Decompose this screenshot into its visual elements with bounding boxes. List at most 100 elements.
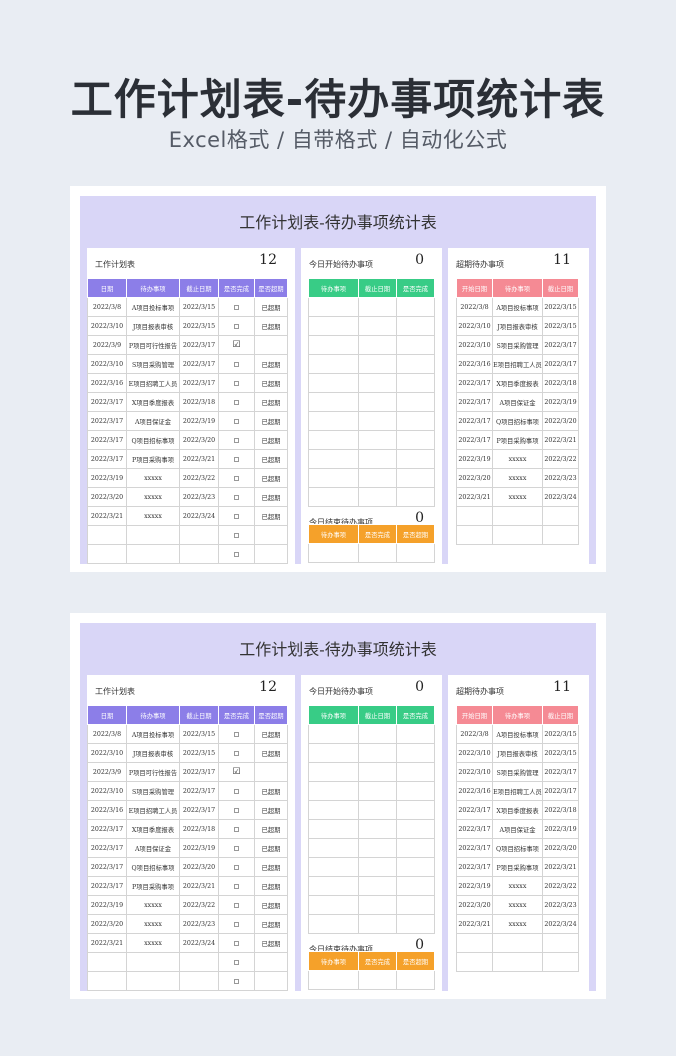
table-cell bbox=[396, 487, 435, 507]
table-cell bbox=[254, 544, 288, 564]
table-row bbox=[456, 952, 579, 972]
work-plan-count: 12 bbox=[259, 252, 277, 268]
table-cell bbox=[456, 506, 493, 526]
done-checkbox[interactable] bbox=[218, 781, 255, 801]
done-checkbox[interactable] bbox=[218, 800, 255, 820]
table-cell bbox=[396, 373, 435, 393]
table-cell bbox=[396, 800, 435, 820]
done-checkbox[interactable] bbox=[218, 724, 255, 744]
column-header: 截止日期 bbox=[542, 278, 579, 298]
table-cell: P项目采购事项 bbox=[126, 876, 180, 896]
table-cell bbox=[358, 819, 397, 839]
table-cell: 2022/3/17 bbox=[456, 819, 493, 839]
table-cell: X项目季度报表 bbox=[492, 800, 543, 820]
done-checkbox[interactable] bbox=[218, 743, 255, 763]
table-cell: 2022/3/23 bbox=[542, 468, 579, 488]
table-cell: 2022/3/17 bbox=[87, 876, 127, 896]
done-checkbox[interactable] bbox=[218, 876, 255, 896]
done-checkbox[interactable] bbox=[218, 819, 255, 839]
table-cell: 已超期 bbox=[254, 819, 288, 839]
table-cell: E项目招聘工人员 bbox=[126, 800, 180, 820]
table-cell: 2022/3/17 bbox=[87, 411, 127, 431]
done-checkbox[interactable] bbox=[218, 449, 255, 469]
done-checkbox[interactable] bbox=[218, 487, 255, 507]
table-cell bbox=[396, 430, 435, 450]
table-cell bbox=[308, 857, 359, 877]
table-cell: 2022/3/17 bbox=[542, 781, 579, 801]
done-checkbox[interactable] bbox=[218, 952, 255, 972]
table-cell: 2022/3/20 bbox=[87, 487, 127, 507]
done-checkbox[interactable] bbox=[218, 971, 255, 991]
table-cell bbox=[308, 354, 359, 374]
done-checkbox[interactable] bbox=[218, 354, 255, 374]
overdue-body: 2022/3/8 A项目投标事项 2022/3/15 2022/3/10 J项目报表审核… bbox=[456, 724, 579, 972]
column-header: 日期 bbox=[87, 705, 127, 725]
done-checkbox[interactable] bbox=[218, 392, 255, 412]
table-cell: 2022/3/19 bbox=[542, 392, 579, 412]
done-checkbox[interactable] bbox=[218, 857, 255, 877]
table-cell: 2022/3/21 bbox=[87, 506, 127, 526]
table-cell: A项目保证金 bbox=[492, 819, 543, 839]
done-checkbox[interactable] bbox=[218, 468, 255, 488]
table-row: 2022/3/16 E项目招聘工人员 2022/3/17 已超期 bbox=[87, 373, 288, 393]
today-start-body bbox=[308, 724, 435, 934]
empty-box-icon bbox=[234, 883, 239, 889]
table-cell bbox=[126, 544, 180, 564]
empty-box-icon bbox=[234, 399, 239, 405]
table-cell: 已超期 bbox=[254, 781, 288, 801]
table-cell: 已超期 bbox=[254, 316, 288, 336]
table-cell bbox=[396, 838, 435, 858]
table-cell: xxxxx bbox=[126, 487, 180, 507]
today-end-table: 待办事项 是否完成 是否超期 bbox=[308, 951, 435, 990]
table-cell bbox=[456, 952, 493, 972]
table-row bbox=[308, 970, 435, 990]
work-plan-label: 工作计划表 bbox=[95, 687, 135, 696]
column-header: 截止日期 bbox=[358, 705, 397, 725]
done-checkbox[interactable] bbox=[218, 297, 255, 317]
done-checkbox[interactable]: ☑ bbox=[218, 762, 255, 782]
table-cell bbox=[456, 525, 493, 545]
table-row: 2022/3/10 S项目采购管理 2022/3/17 已超期 bbox=[87, 781, 288, 801]
table-cell bbox=[308, 449, 359, 469]
table-cell: 2022/3/15 bbox=[179, 724, 219, 744]
done-checkbox[interactable] bbox=[218, 838, 255, 858]
empty-box-icon bbox=[234, 437, 239, 443]
empty-box-icon bbox=[234, 845, 239, 851]
done-checkbox[interactable] bbox=[218, 933, 255, 953]
done-checkbox[interactable] bbox=[218, 914, 255, 934]
column-header: 是否完成 bbox=[358, 951, 397, 971]
table-cell: 已超期 bbox=[254, 411, 288, 431]
table-cell: 2022/3/21 bbox=[87, 933, 127, 953]
done-checkbox[interactable] bbox=[218, 506, 255, 526]
table-cell: X项目季度报表 bbox=[492, 373, 543, 393]
table-cell: 2022/3/17 bbox=[87, 819, 127, 839]
table-cell: 2022/3/10 bbox=[87, 781, 127, 801]
done-checkbox[interactable] bbox=[218, 525, 255, 545]
table-row bbox=[308, 392, 435, 412]
done-checkbox[interactable]: ☑ bbox=[218, 335, 255, 355]
table-cell: P项目采购事项 bbox=[492, 857, 543, 877]
table-row: 2022/3/19 xxxxx 2022/3/22 bbox=[456, 449, 579, 469]
done-checkbox[interactable] bbox=[218, 430, 255, 450]
table-cell bbox=[492, 933, 543, 953]
done-checkbox[interactable] bbox=[218, 895, 255, 915]
table-cell: 2022/3/19 bbox=[456, 449, 493, 469]
table-cell: E项目招聘工人员 bbox=[126, 373, 180, 393]
table-cell: 2022/3/23 bbox=[179, 914, 219, 934]
table-cell bbox=[396, 411, 435, 431]
done-checkbox[interactable] bbox=[218, 316, 255, 336]
table-cell bbox=[358, 392, 397, 412]
table-cell bbox=[87, 544, 127, 564]
done-checkbox[interactable] bbox=[218, 544, 255, 564]
table-row bbox=[308, 449, 435, 469]
table-cell bbox=[308, 800, 359, 820]
today-start-table: 待办事项 截止日期 是否完成 bbox=[308, 278, 435, 507]
done-checkbox[interactable] bbox=[218, 411, 255, 431]
table-cell: Q项目招标事项 bbox=[492, 411, 543, 431]
column-header: 开始日期 bbox=[456, 705, 493, 725]
column-header: 待办事项 bbox=[308, 951, 359, 971]
table-cell bbox=[492, 506, 543, 526]
table-cell: 2022/3/23 bbox=[179, 487, 219, 507]
column-header: 是否超期 bbox=[254, 705, 288, 725]
done-checkbox[interactable] bbox=[218, 373, 255, 393]
